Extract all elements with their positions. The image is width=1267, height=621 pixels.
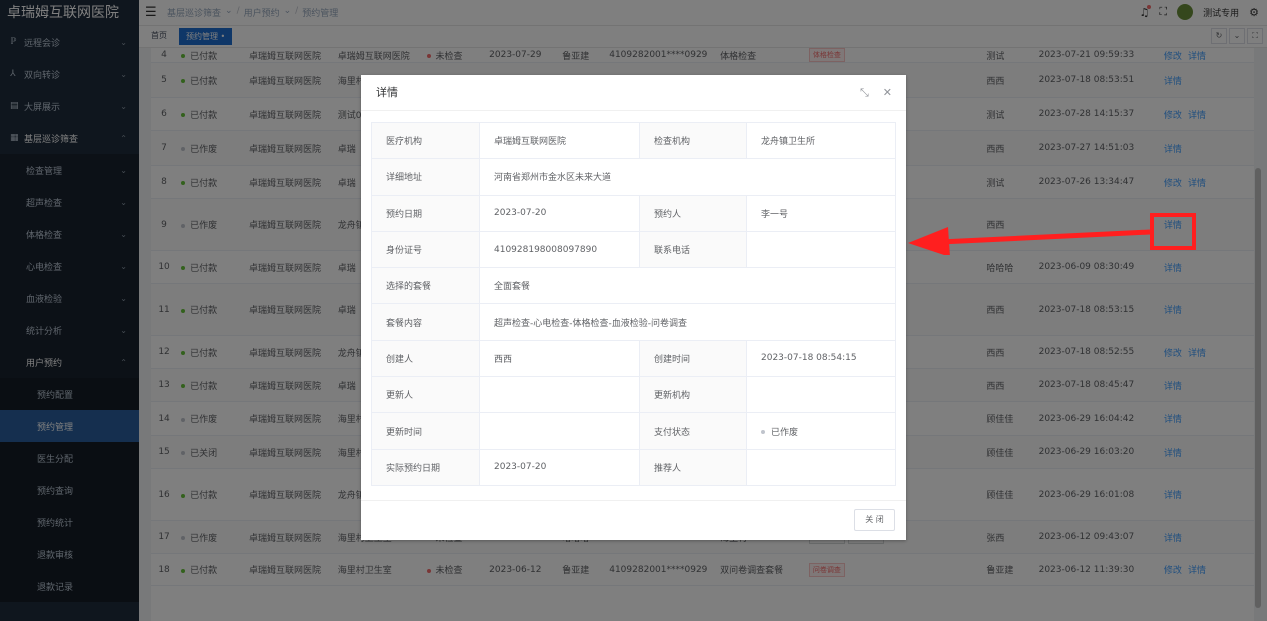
field-value: 2023-07-20 [479,194,640,232]
field-value [746,448,896,486]
field-label: 创建时间 [639,339,747,378]
field-value: 卓瑞姆互联网医院 [479,121,640,160]
arrow-shaft [939,229,1151,245]
field-value: 李一号 [746,194,896,232]
field-value [746,376,896,414]
dialog-header: 详情 ⤡ ✕ [361,75,906,111]
detail-dialog: 详情 ⤡ ✕ 医疗机构 卓瑞姆互联网医院 检查机构 龙舟镇卫生所 详细地址 河南… [361,75,906,540]
field-label: 更新人 [371,376,480,414]
status-dot [761,430,765,435]
field-value: 河南省郑州市金水区未来大道 [479,158,896,196]
field-label: 检查机构 [639,121,747,160]
payment-status: 已作废 [746,412,896,450]
field-label: 创建人 [371,339,480,378]
field-label: 预约日期 [371,194,480,232]
field-value: 全面套餐 [479,267,896,305]
field-label: 更新机构 [639,376,747,414]
field-value: 已作废 [771,427,799,438]
field-label: 支付状态 [639,412,747,450]
field-label: 身份证号 [371,230,480,269]
field-label: 套餐内容 [371,303,480,341]
field-label: 实际预约日期 [371,448,480,486]
field-value: 超声检查-心电检查-体格检查-血液检验-问卷调查 [479,303,896,341]
field-label: 选择的套餐 [371,267,480,305]
dialog-title: 详情 [376,86,398,99]
field-value: 西西 [479,339,640,378]
dialog-footer: 关 闭 [361,500,906,540]
annotation-box [1150,213,1196,250]
annotation-arrow [908,227,1151,255]
field-value: 龙舟镇卫生所 [746,121,896,160]
field-value [746,230,896,269]
field-value [479,412,640,450]
close-button[interactable]: 关 闭 [854,509,895,531]
field-value: 2023-07-20 [479,448,640,486]
field-value: 2023-07-18 08:54:15 [746,339,896,378]
field-label: 详细地址 [371,158,480,196]
field-value [479,376,640,414]
field-label: 医疗机构 [371,121,480,160]
field-label: 推荐人 [639,448,747,486]
close-icon[interactable]: ✕ [883,75,892,111]
arrow-head [908,227,950,255]
field-label: 更新时间 [371,412,480,450]
maximize-icon[interactable]: ⤡ [860,75,869,111]
field-value: 410928198008097890 [479,230,640,269]
detail-table: 医疗机构 卓瑞姆互联网医院 检查机构 龙舟镇卫生所 详细地址 河南省郑州市金水区… [371,121,896,486]
field-label: 联系电话 [639,230,747,269]
dialog-tools: ⤡ ✕ [860,75,892,111]
field-label: 预约人 [639,194,747,232]
